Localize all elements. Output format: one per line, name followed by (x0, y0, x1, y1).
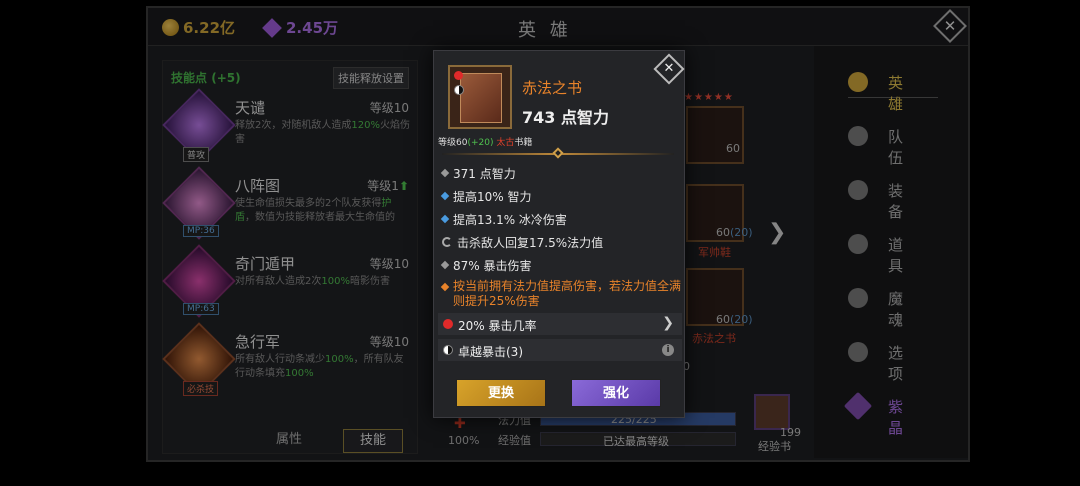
item-detail-popup: ✕ 赤法之书 743 点智力 等级60(+20) 太古书籍 371 点智力 提高… (433, 50, 685, 418)
special-effect: 按当前拥有法力值提高伤害，若法力值全满则提升25%伤害 (440, 279, 682, 309)
stat-line: 击杀敌人回复17.5%法力值 (442, 234, 682, 251)
item-meta: 等级60(+20) 太古书籍 (438, 138, 533, 148)
stat-line: 提高13.1% 冰冷伤害 (440, 211, 682, 228)
set-text: 卓越暴击(3) (458, 345, 523, 359)
bullet-icon (440, 191, 450, 201)
bullet-icon (440, 214, 450, 224)
item-icon-frame (448, 65, 512, 129)
socket-row[interactable]: 20% 暴击几率 ❯ (438, 313, 682, 335)
enhance-button[interactable]: 强化 (571, 379, 661, 407)
info-icon[interactable]: i (662, 344, 674, 356)
replace-button[interactable]: 更换 (456, 379, 546, 407)
bullet-icon (440, 168, 450, 178)
book-icon (460, 73, 502, 123)
socket-text: 20% 暴击几率 (458, 319, 537, 333)
close-icon: ✕ (663, 61, 675, 76)
yin-yang-icon (443, 345, 453, 355)
set-row[interactable]: 卓越暴击(3) i (438, 339, 682, 361)
bullet-icon (440, 282, 450, 292)
red-gem-socket-icon (454, 71, 463, 80)
refresh-icon (442, 237, 452, 247)
yin-yang-icon (454, 85, 464, 95)
red-gem-icon (443, 319, 453, 329)
stat-line: 87% 暴击伤害 (440, 257, 682, 274)
popup-close-button[interactable]: ✕ (653, 53, 685, 85)
bullet-icon (440, 260, 450, 270)
item-name: 赤法之书 (522, 79, 583, 97)
chevron-right-icon: ❯ (662, 315, 674, 331)
stat-line: 提高10% 智力 (440, 188, 682, 205)
item-main-stat: 743 点智力 (522, 108, 609, 127)
divider-ornament (552, 147, 564, 159)
stat-line: 371 点智力 (440, 165, 682, 182)
